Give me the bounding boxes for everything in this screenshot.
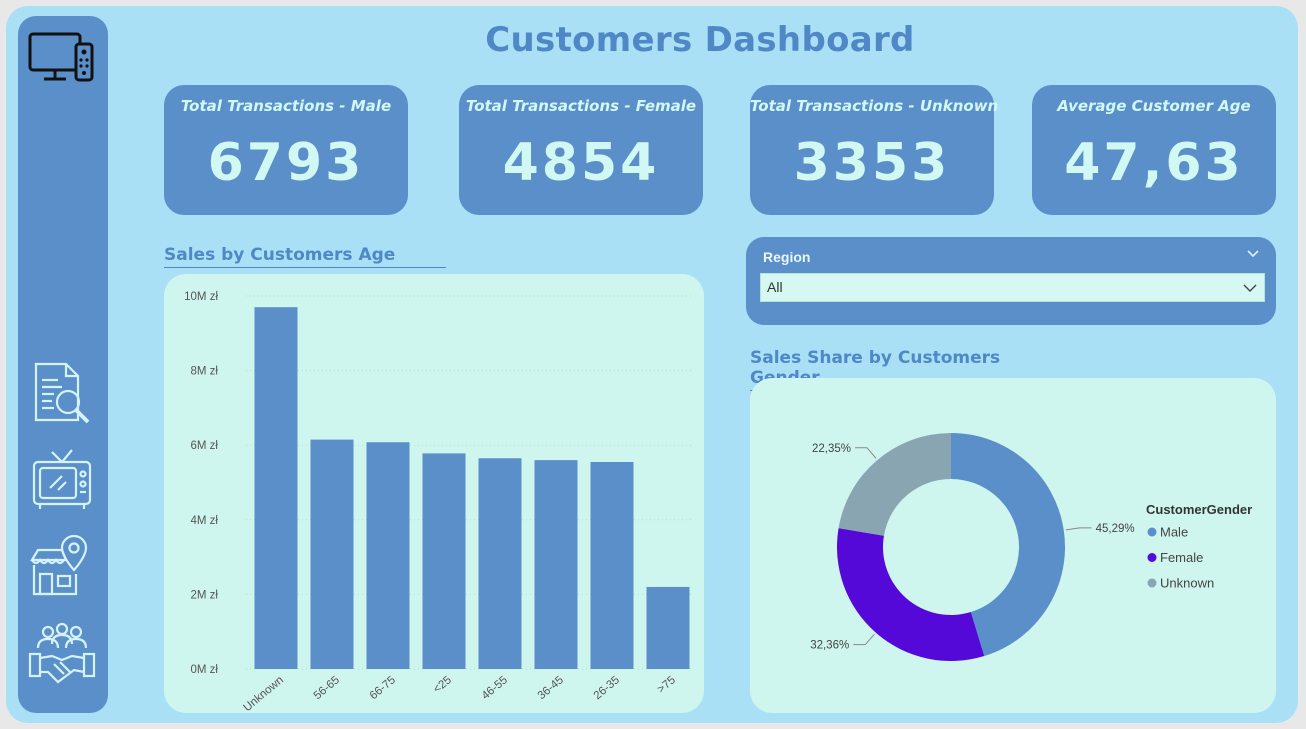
donut-slice[interactable]: [837, 528, 985, 661]
bar[interactable]: [646, 586, 690, 669]
legend-item[interactable]: Unknown: [1160, 576, 1214, 591]
bar-chart-panel: 0M zł 2M zł 4M zł 6M zł 8M zł 10M zł Unknown 56…: [164, 274, 704, 714]
slicer-label: Region: [763, 249, 811, 265]
y-tick-label: 8M zł: [191, 366, 219, 378]
data-label: 32,36%: [810, 640, 849, 652]
leader-line: [853, 633, 875, 646]
kpi-value: 6793: [207, 133, 365, 193]
bar-chart: 0M zł 2M zł 4M zł 6M zł 8M zł 10M zł Unknown 56…: [184, 291, 694, 714]
y-tick-label: 2M zł: [191, 589, 219, 601]
x-tick-label: >75: [655, 674, 678, 696]
x-tick-label: <25: [431, 674, 454, 696]
y-tick-label: 6M zł: [191, 440, 219, 452]
x-tick-label: Unknown: [241, 674, 285, 713]
x-tick-label: 36-45: [536, 674, 566, 702]
kpi-label: Average Customer Age: [1057, 97, 1251, 115]
donut-chart-panel: 45,29% 32,36% 22,35% CustomerGender Male Fema…: [750, 378, 1276, 713]
store-location-icon[interactable]: [28, 532, 96, 600]
legend-item[interactable]: Male: [1160, 525, 1188, 540]
bar[interactable]: [310, 439, 354, 669]
y-tick-label: 10M zł: [184, 291, 218, 303]
bar-chart-title: Sales by Customers Age: [164, 245, 446, 268]
kpi-card-unknown: Total Transactions - Unknown 3353: [750, 85, 999, 215]
tv-remote-icon[interactable]: [28, 28, 96, 96]
legend-marker: [1147, 578, 1157, 588]
y-tick-label: 4M zł: [191, 515, 219, 527]
x-tick-label: 56-65: [312, 674, 342, 702]
x-tick-label: 66-75: [368, 674, 398, 702]
leader-line: [855, 447, 877, 459]
kpi-value: 3353: [793, 133, 951, 193]
kpi-card-average-age: Average Customer Age 47,63: [1032, 85, 1276, 215]
kpi-card-female: Total Transactions - Female 4854: [459, 85, 703, 215]
customers-handshake-icon[interactable]: [28, 620, 96, 688]
y-tick-label: 0M zł: [191, 664, 219, 676]
legend-title: CustomerGender: [1146, 502, 1252, 517]
region-dropdown[interactable]: All: [760, 273, 1265, 302]
bar[interactable]: [534, 460, 578, 669]
legend-marker: [1147, 527, 1157, 537]
bar[interactable]: [254, 307, 298, 669]
x-tick-label: 46-55: [480, 674, 510, 702]
bar[interactable]: [478, 458, 522, 669]
region-dropdown-value: All: [767, 279, 783, 295]
chevron-down-icon[interactable]: [1242, 280, 1258, 296]
data-label: 22,35%: [812, 443, 851, 455]
kpi-value: 47,63: [1064, 133, 1244, 193]
kpi-value: 4854: [502, 133, 660, 193]
kpi-label: Total Transactions - Unknown: [750, 97, 999, 115]
legend-item[interactable]: Female: [1160, 550, 1203, 565]
kpi-label: Total Transactions - Female: [465, 97, 697, 115]
kpi-card-male: Total Transactions - Male 6793: [164, 85, 408, 215]
donut-slice[interactable]: [838, 433, 951, 536]
x-tick-label: 26-35: [592, 674, 622, 702]
data-label: 45,29%: [1096, 523, 1135, 535]
page-title: Customers Dashboard: [485, 20, 915, 60]
donut-chart: 45,29% 32,36% 22,35% CustomerGender Male Fema…: [810, 433, 1252, 661]
bar[interactable]: [422, 453, 466, 669]
kpi-label: Total Transactions - Male: [180, 97, 392, 115]
legend-marker: [1147, 553, 1157, 562]
retro-tv-icon[interactable]: [28, 446, 96, 514]
bar[interactable]: [366, 442, 410, 669]
bar[interactable]: [590, 461, 634, 669]
document-search-icon[interactable]: [28, 360, 96, 428]
chevron-down-icon[interactable]: [1246, 247, 1260, 261]
region-slicer: Region All: [746, 237, 1276, 325]
leader-line: [1065, 527, 1092, 531]
